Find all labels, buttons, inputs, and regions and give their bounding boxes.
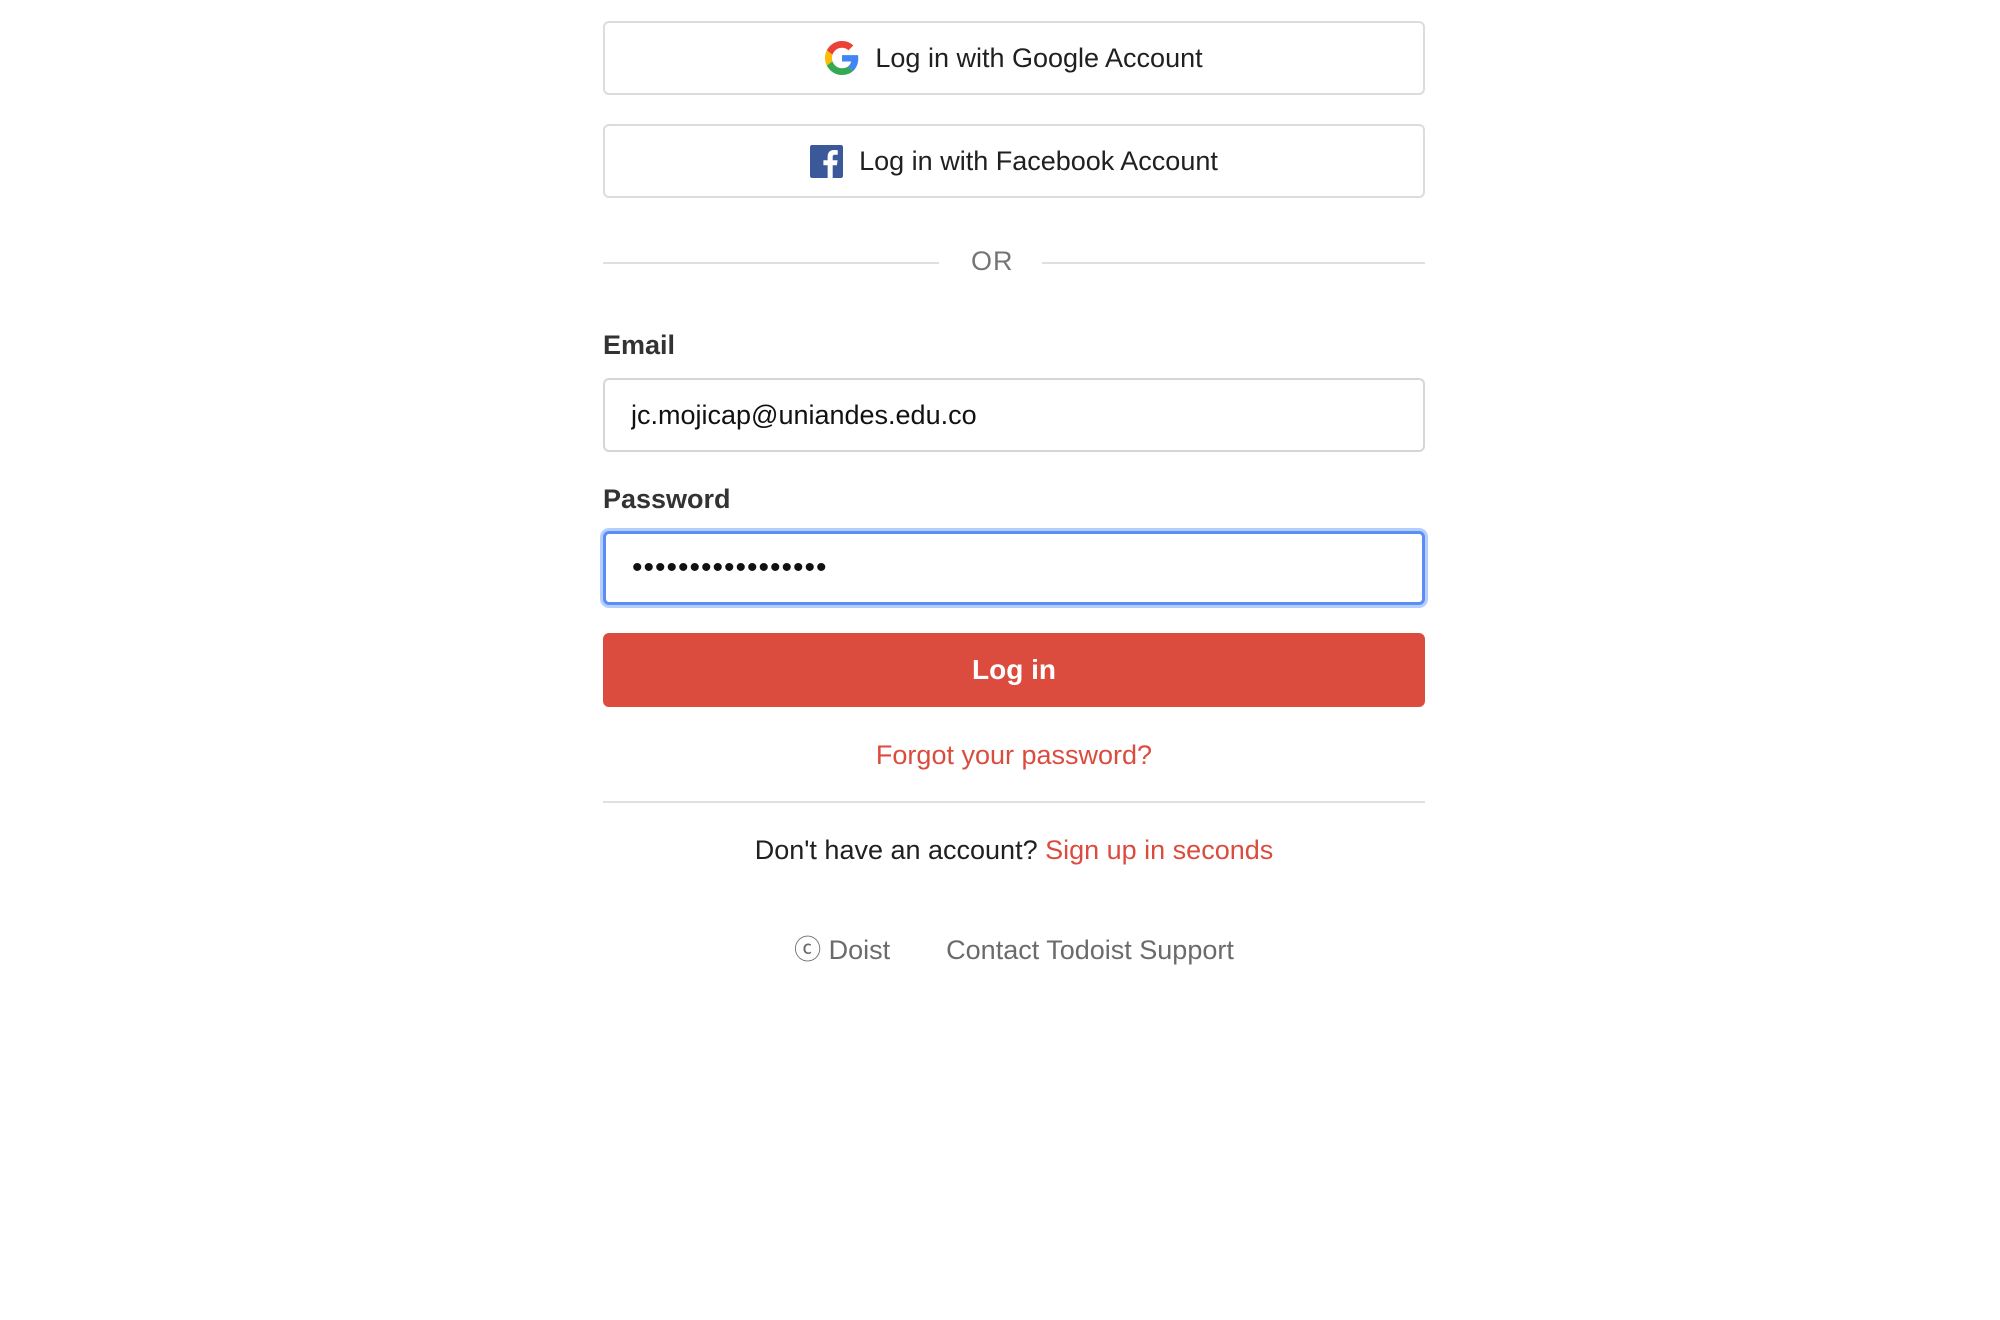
password-field[interactable] xyxy=(603,531,1425,605)
separator-line-left xyxy=(603,262,939,264)
or-separator: OR xyxy=(603,246,1425,286)
email-label: Email xyxy=(603,330,676,360)
signup-link[interactable]: Sign up in seconds xyxy=(1045,835,1273,865)
google-icon xyxy=(825,41,859,75)
divider xyxy=(603,801,1425,803)
support-link[interactable]: Contact Todoist Support xyxy=(946,935,1234,965)
google-login-button[interactable]: Log in with Google Account xyxy=(603,21,1425,95)
footer: ⓒ Doist Contact Todoist Support xyxy=(603,928,1425,967)
signup-row: Don't have an account? Sign up in second… xyxy=(603,835,1425,866)
signup-prompt: Don't have an account? xyxy=(754,835,1046,865)
google-login-label: Log in with Google Account xyxy=(875,42,1203,73)
copyright-link[interactable]: ⓒ Doist xyxy=(794,935,890,965)
facebook-login-label: Log in with Facebook Account xyxy=(859,145,1218,176)
email-field[interactable] xyxy=(603,378,1425,452)
login-page: Log in with Google Account Log in with F… xyxy=(0,0,2000,1320)
password-label: Password xyxy=(603,484,731,514)
separator-line-right xyxy=(1042,262,1425,264)
forgot-password-link[interactable]: Forgot your password? xyxy=(603,740,1425,771)
login-button[interactable]: Log in xyxy=(603,633,1425,707)
facebook-icon xyxy=(810,144,844,178)
facebook-login-button[interactable]: Log in with Facebook Account xyxy=(603,124,1425,198)
or-text: OR xyxy=(971,246,1014,276)
